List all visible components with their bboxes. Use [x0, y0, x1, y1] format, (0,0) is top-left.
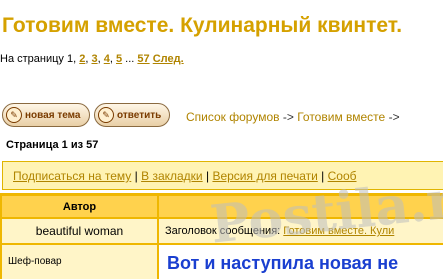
page-title: Готовим вместе. Кулинарный квинтет.	[2, 14, 403, 37]
author-column-header: Автор	[2, 196, 157, 217]
post-subject: Заголовок сообщения: Готовим вместе. Кул…	[159, 219, 443, 243]
pagination-ellipsis: ...	[125, 53, 135, 65]
page-link-last[interactable]: 57	[137, 53, 149, 65]
breadcrumb-arrow: ->	[282, 110, 294, 124]
subject-label: Заголовок сообщения:	[165, 225, 281, 237]
toolbar-separator: |	[134, 169, 138, 183]
pagination: На страницу 1, 2, 3, 4, 5 ... 57 След.	[0, 53, 184, 65]
breadcrumb-category[interactable]: Готовим вместе	[297, 110, 385, 124]
message-column-header	[159, 196, 443, 217]
breadcrumb: Список форумов -> Готовим вместе ->	[186, 110, 400, 124]
topic-toolbar: Подписаться на тему | В закладки | Верси…	[2, 161, 443, 190]
breadcrumb-forum-list[interactable]: Список форумов	[186, 110, 280, 124]
subscribe-link[interactable]: Подписаться на тему	[13, 169, 131, 183]
pencil-icon: ✎	[6, 107, 22, 123]
toolbar-separator: |	[321, 169, 325, 183]
post-body: Вот и наступила новая не	[159, 245, 443, 279]
post-author[interactable]: beautiful woman	[2, 219, 157, 243]
new-topic-button[interactable]: ✎ новая тема	[2, 103, 90, 127]
page-link-next[interactable]: След.	[153, 53, 184, 65]
pencil-icon: ✎	[98, 107, 114, 123]
message-link[interactable]: Сооб	[328, 169, 357, 183]
subject-link[interactable]: Готовим вместе. Кули	[283, 225, 394, 237]
author-rank-label: Шеф-повар	[8, 256, 62, 267]
reply-button[interactable]: ✎ ответить	[94, 103, 170, 127]
posts-table: Автор beautiful woman Заголовок сообщени…	[0, 193, 443, 279]
pagination-label: На страницу	[0, 53, 64, 65]
post-body-text: Вот и наступила новая не	[167, 253, 399, 273]
new-topic-label: новая тема	[25, 109, 81, 121]
bookmarks-link[interactable]: В закладки	[141, 169, 203, 183]
page-indicator: Страница 1 из 57	[6, 139, 99, 151]
reply-label: ответить	[117, 109, 162, 121]
print-version-link[interactable]: Версия для печати	[212, 169, 317, 183]
breadcrumb-arrow: ->	[388, 110, 400, 124]
page-link-5[interactable]: 5	[116, 53, 122, 65]
toolbar-separator: |	[205, 169, 210, 183]
author-rank: Шеф-повар	[2, 245, 157, 279]
